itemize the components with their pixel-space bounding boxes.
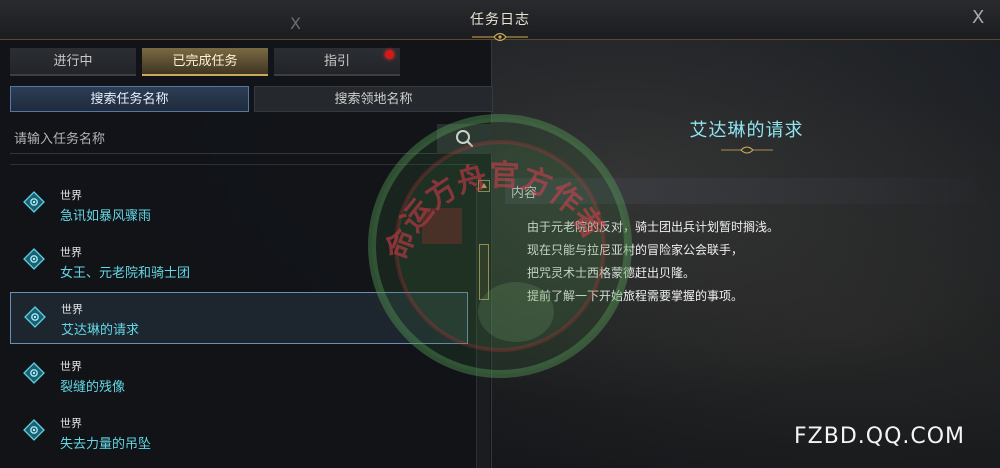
title-bar: 任务日志 X X [0,0,1000,42]
world-quest-icon [24,306,46,328]
quest-category: 世界 [60,417,82,430]
site-watermark: FZBD.QQ.COM [794,424,966,449]
world-quest-icon [23,191,45,213]
world-quest-icon [23,419,45,441]
official-author-stamp: 命运方舟官方作者 [368,114,632,378]
quest-name: 艾达琳的请求 [61,323,140,338]
tab-completed[interactable]: 已完成任务 [142,48,268,76]
quest-category: 世界 [61,303,83,316]
search-by-quest-name-button[interactable]: 搜索任务名称 [10,86,249,112]
quest-tabs: 进行中 已完成任务 指引 [10,48,406,76]
quest-category: 世界 [60,246,82,259]
search-mode-toggle: 搜索任务名称 搜索领地名称 [10,86,498,112]
notification-dot-icon [385,50,394,59]
close-button[interactable]: X [972,7,984,28]
quest-category: 世界 [60,189,82,202]
window-title: 任务日志 [470,12,530,28]
quest-list-item[interactable]: 世界 失去力量的吊坠 [10,406,468,458]
world-quest-icon [23,362,45,384]
search-by-region-name-button[interactable]: 搜索领地名称 [254,86,493,112]
tab-label: 进行中 [53,54,93,69]
tab-label: 指引 [323,54,350,69]
tab-in-progress[interactable]: 进行中 [10,48,136,76]
quest-name: 失去力量的吊坠 [60,437,152,452]
quest-name: 急讯如暴风骤雨 [60,209,152,224]
tab-label: 已完成任务 [172,54,238,69]
close-icon-dim: X [290,14,301,33]
quest-name: 女王、元老院和骑士团 [60,266,191,281]
quest-name: 裂缝的残像 [60,380,126,395]
quest-category: 世界 [60,360,82,373]
title-ornament-icon [721,146,773,154]
tab-guide[interactable]: 指引 [274,48,400,76]
world-quest-icon [23,248,45,270]
